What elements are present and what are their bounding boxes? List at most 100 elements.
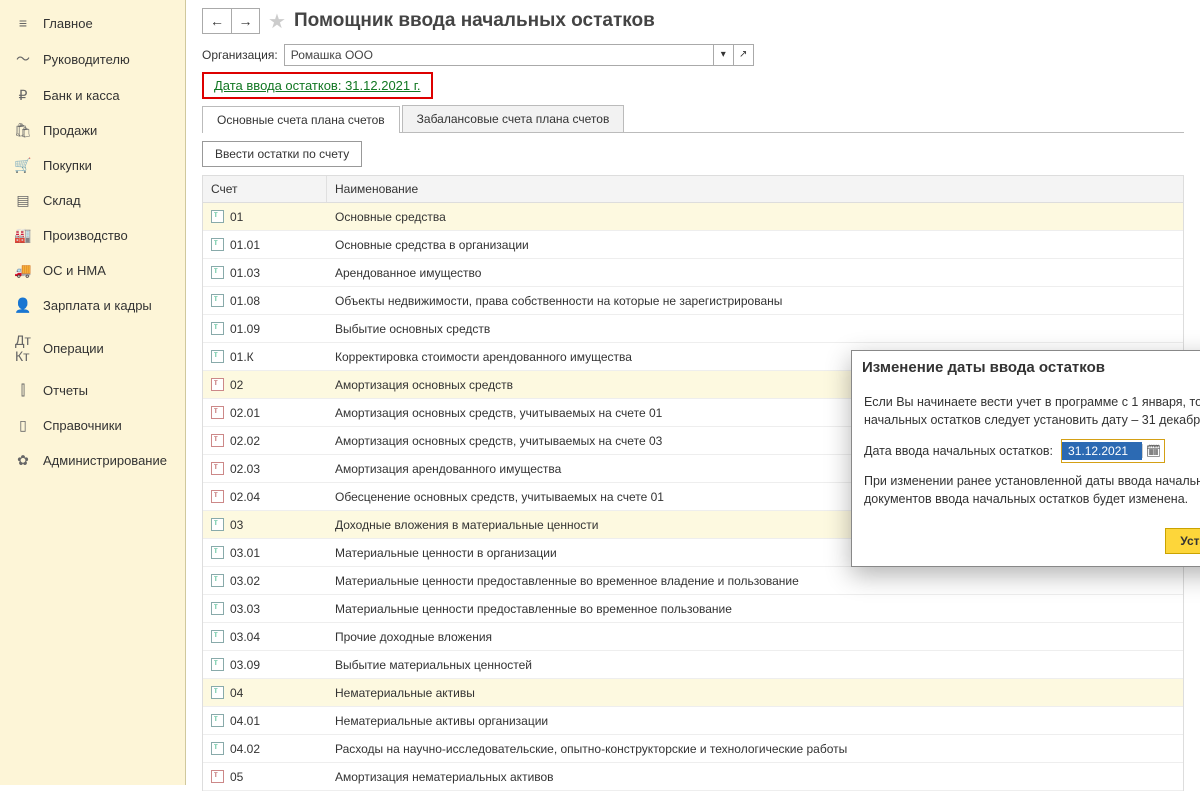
account-icon [211, 742, 224, 755]
account-name: Прочие доходные вложения [327, 625, 1183, 649]
account-code: 02.02 [230, 434, 260, 448]
table-row[interactable]: 03.03Материальные ценности предоставленн… [203, 595, 1183, 623]
forward-button[interactable]: → [231, 9, 259, 33]
page-title: Помощник ввода начальных остатков [294, 10, 655, 32]
org-field[interactable]: Ромашка ООО ▾ ↗ [284, 44, 754, 66]
account-code: 01.01 [230, 238, 260, 252]
org-dropdown-icon[interactable]: ▾ [713, 45, 733, 65]
sidebar-item-4[interactable]: 🛒Покупки [0, 148, 185, 183]
account-icon [211, 238, 224, 251]
nav-buttons: ← → [202, 8, 260, 34]
tab-0[interactable]: Основные счета плана счетов [202, 106, 400, 133]
col-name[interactable]: Наименование [327, 176, 1183, 202]
account-name: Материальные ценности предоставленные во… [327, 597, 1183, 621]
date-input[interactable] [1062, 442, 1142, 460]
calendar-icon[interactable]: 🗓 [1142, 444, 1164, 458]
back-button[interactable]: ← [203, 9, 231, 33]
date-field[interactable]: 🗓 [1061, 439, 1165, 463]
table-row[interactable]: 04.02Расходы на научно-исследовательские… [203, 735, 1183, 763]
sidebar-item-6[interactable]: 🏭Производство [0, 218, 185, 253]
nav-icon: 🚚 [15, 262, 31, 279]
account-icon [211, 546, 224, 559]
table-row[interactable]: 03.04Прочие доходные вложения [203, 623, 1183, 651]
account-code: 03 [230, 518, 243, 532]
nav-label: Отчеты [43, 383, 88, 398]
nav-label: ОС и НМА [43, 263, 106, 278]
account-icon [211, 210, 224, 223]
table-row[interactable]: 04 Нематериальные активы [203, 679, 1183, 707]
nav-label: Руководителю [43, 52, 130, 67]
nav-label: Операции [43, 341, 104, 356]
sidebar-item-10[interactable]: ⫿ Отчеты [0, 373, 185, 408]
nav-icon: 〜 [15, 49, 31, 69]
nav-icon: ▤ [15, 192, 31, 209]
account-icon [211, 350, 224, 363]
account-icon [211, 322, 224, 335]
tab-1[interactable]: Забалансовые счета плана счетов [402, 105, 625, 132]
account-icon [211, 406, 224, 419]
sidebar-item-8[interactable]: 👤 Зарплата и кадры [0, 288, 185, 323]
org-open-icon[interactable]: ↗ [733, 45, 753, 65]
sidebar-item-12[interactable]: ✿Администрирование [0, 443, 185, 478]
set-button[interactable]: Установить [1165, 528, 1200, 554]
account-icon [211, 574, 224, 587]
org-value: Ромашка ООО [285, 48, 713, 62]
account-name: Нематериальные активы [327, 681, 1183, 705]
nav-icon: ₽ [15, 87, 31, 104]
nav-icon: 👤 [15, 297, 31, 314]
nav-label: Покупки [43, 158, 92, 173]
nav-label: Зарплата и кадры [43, 298, 152, 313]
account-icon [211, 602, 224, 615]
account-icon [211, 658, 224, 671]
table-row[interactable]: 01.09Выбытие основных средств [203, 315, 1183, 343]
table-row[interactable]: 01.01Основные средства в организации [203, 231, 1183, 259]
table-row[interactable]: 03.02Материальные ценности предоставленн… [203, 567, 1183, 595]
account-icon [211, 294, 224, 307]
sidebar-item-11[interactable]: ▯Справочники [0, 408, 185, 443]
account-code: 02 [230, 378, 243, 392]
table-row[interactable]: 03.09Выбытие материальных ценностей [203, 651, 1183, 679]
sidebar-item-0[interactable]: ≡Главное [0, 6, 185, 40]
sidebar-item-5[interactable]: ▤ Склад [0, 183, 185, 218]
table-row[interactable]: 05Амортизация нематериальных активов [203, 763, 1183, 791]
enter-balances-button[interactable]: Ввести остатки по счету [202, 141, 362, 167]
account-icon [211, 378, 224, 391]
sidebar: ≡Главное 〜 Руководителю ₽Банк и касса🛍Прода… [0, 0, 186, 785]
col-schet[interactable]: Счет [203, 176, 327, 202]
account-code: 04 [230, 686, 243, 700]
nav-label: Склад [43, 193, 81, 208]
date-link[interactable]: Дата ввода остатков: 31.12.2021 г. [202, 72, 433, 99]
nav-icon: ⫿ [15, 382, 31, 399]
table-row[interactable]: 01Основные средства [203, 203, 1183, 231]
account-code: 05 [230, 770, 243, 784]
nav-label: Главное [43, 16, 93, 31]
account-icon [211, 686, 224, 699]
sidebar-item-2[interactable]: ₽Банк и касса [0, 78, 185, 113]
account-code: 01.К [230, 350, 254, 364]
table-row[interactable]: 01.03Арендованное имущество [203, 259, 1183, 287]
account-icon [211, 462, 224, 475]
account-code: 01.03 [230, 266, 260, 280]
nav-icon: ▯ [15, 417, 31, 434]
dialog-text-2: При изменении ранее установленной даты в… [864, 473, 1200, 508]
table-row[interactable]: 01.08Объекты недвижимости, права собстве… [203, 287, 1183, 315]
table-row[interactable]: 04.01Нематериальные активы организации [203, 707, 1183, 735]
account-code: 01 [230, 210, 243, 224]
favorite-star-icon[interactable]: ★ [268, 9, 286, 34]
account-code: 01.08 [230, 294, 260, 308]
account-icon [211, 714, 224, 727]
nav-label: Производство [43, 228, 128, 243]
dialog-text-1: Если Вы начинаете вести учет в программе… [864, 394, 1200, 429]
sidebar-item-3[interactable]: 🛍Продажи [0, 113, 185, 148]
account-icon [211, 434, 224, 447]
account-name: Расходы на научно-исследовательские, опы… [327, 737, 1183, 761]
account-icon [211, 770, 224, 783]
sidebar-item-7[interactable]: 🚚 ОС и НМА [0, 253, 185, 288]
account-icon [211, 518, 224, 531]
dialog-date-label: Дата ввода начальных остатков: [864, 444, 1053, 458]
account-code: 02.04 [230, 490, 260, 504]
account-icon [211, 630, 224, 643]
sidebar-item-9[interactable]: Дт КтОперации [0, 323, 185, 373]
sidebar-item-1[interactable]: 〜 Руководителю [0, 40, 185, 78]
account-code: 03.09 [230, 658, 260, 672]
